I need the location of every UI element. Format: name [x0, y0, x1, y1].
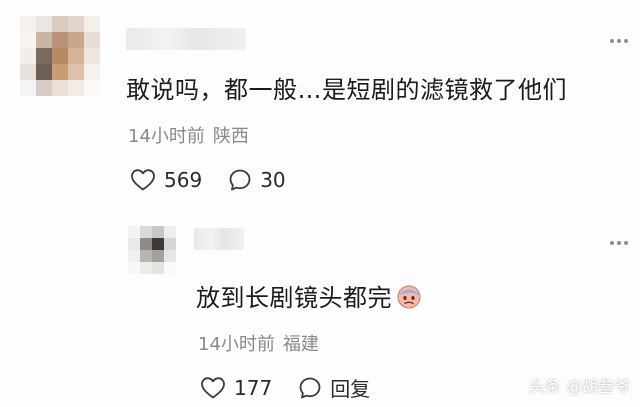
username-blurred[interactable]	[126, 28, 246, 50]
avatar[interactable]	[20, 16, 100, 96]
heart-icon	[131, 169, 155, 191]
reply-button[interactable]: 30	[228, 168, 286, 192]
comment-thread: 敢说吗，都一般…是短剧的滤镜救了他们 14小时前 陕西 569 30 放到长剧镜头…	[0, 0, 640, 407]
reply-like-count: 177	[234, 375, 273, 400]
more-options-icon[interactable]	[610, 38, 628, 44]
reply-meta: 14小时前 福建	[198, 330, 319, 356]
heart-icon	[201, 376, 225, 398]
comment-bubble-icon	[299, 377, 321, 398]
like-button[interactable]: 569	[130, 168, 202, 192]
like-count: 569	[164, 168, 203, 192]
comment-bubble-icon	[229, 169, 251, 191]
reply-time: 14小时前	[198, 334, 275, 355]
comment-text: 敢说吗，都一般…是短剧的滤镜救了他们	[126, 76, 567, 104]
watermark: 头条 @胡叁爷	[528, 377, 630, 396]
face-with-cold-sweat-icon	[397, 285, 421, 308]
comment-actions: 569 30	[130, 168, 286, 192]
reply-label: 回复	[330, 377, 371, 401]
comment-location: 陕西	[212, 126, 249, 147]
reply-text-line: 放到长剧镜头都完	[196, 278, 422, 313]
reply-count: 30	[260, 168, 286, 192]
reply-like-button[interactable]: 177	[200, 376, 272, 400]
comment-meta: 14小时前 陕西	[128, 122, 249, 148]
reply-avatar[interactable]	[128, 226, 176, 274]
reply-actions: 177 回复	[200, 373, 370, 402]
reply-reply-button[interactable]: 回复	[298, 373, 370, 402]
comment-time: 14小时前	[128, 126, 205, 147]
reply-username-blurred[interactable]	[194, 228, 244, 250]
reply-location: 福建	[282, 334, 319, 355]
reply-text: 放到长剧镜头都完	[196, 284, 392, 312]
more-options-icon[interactable]	[610, 240, 628, 246]
